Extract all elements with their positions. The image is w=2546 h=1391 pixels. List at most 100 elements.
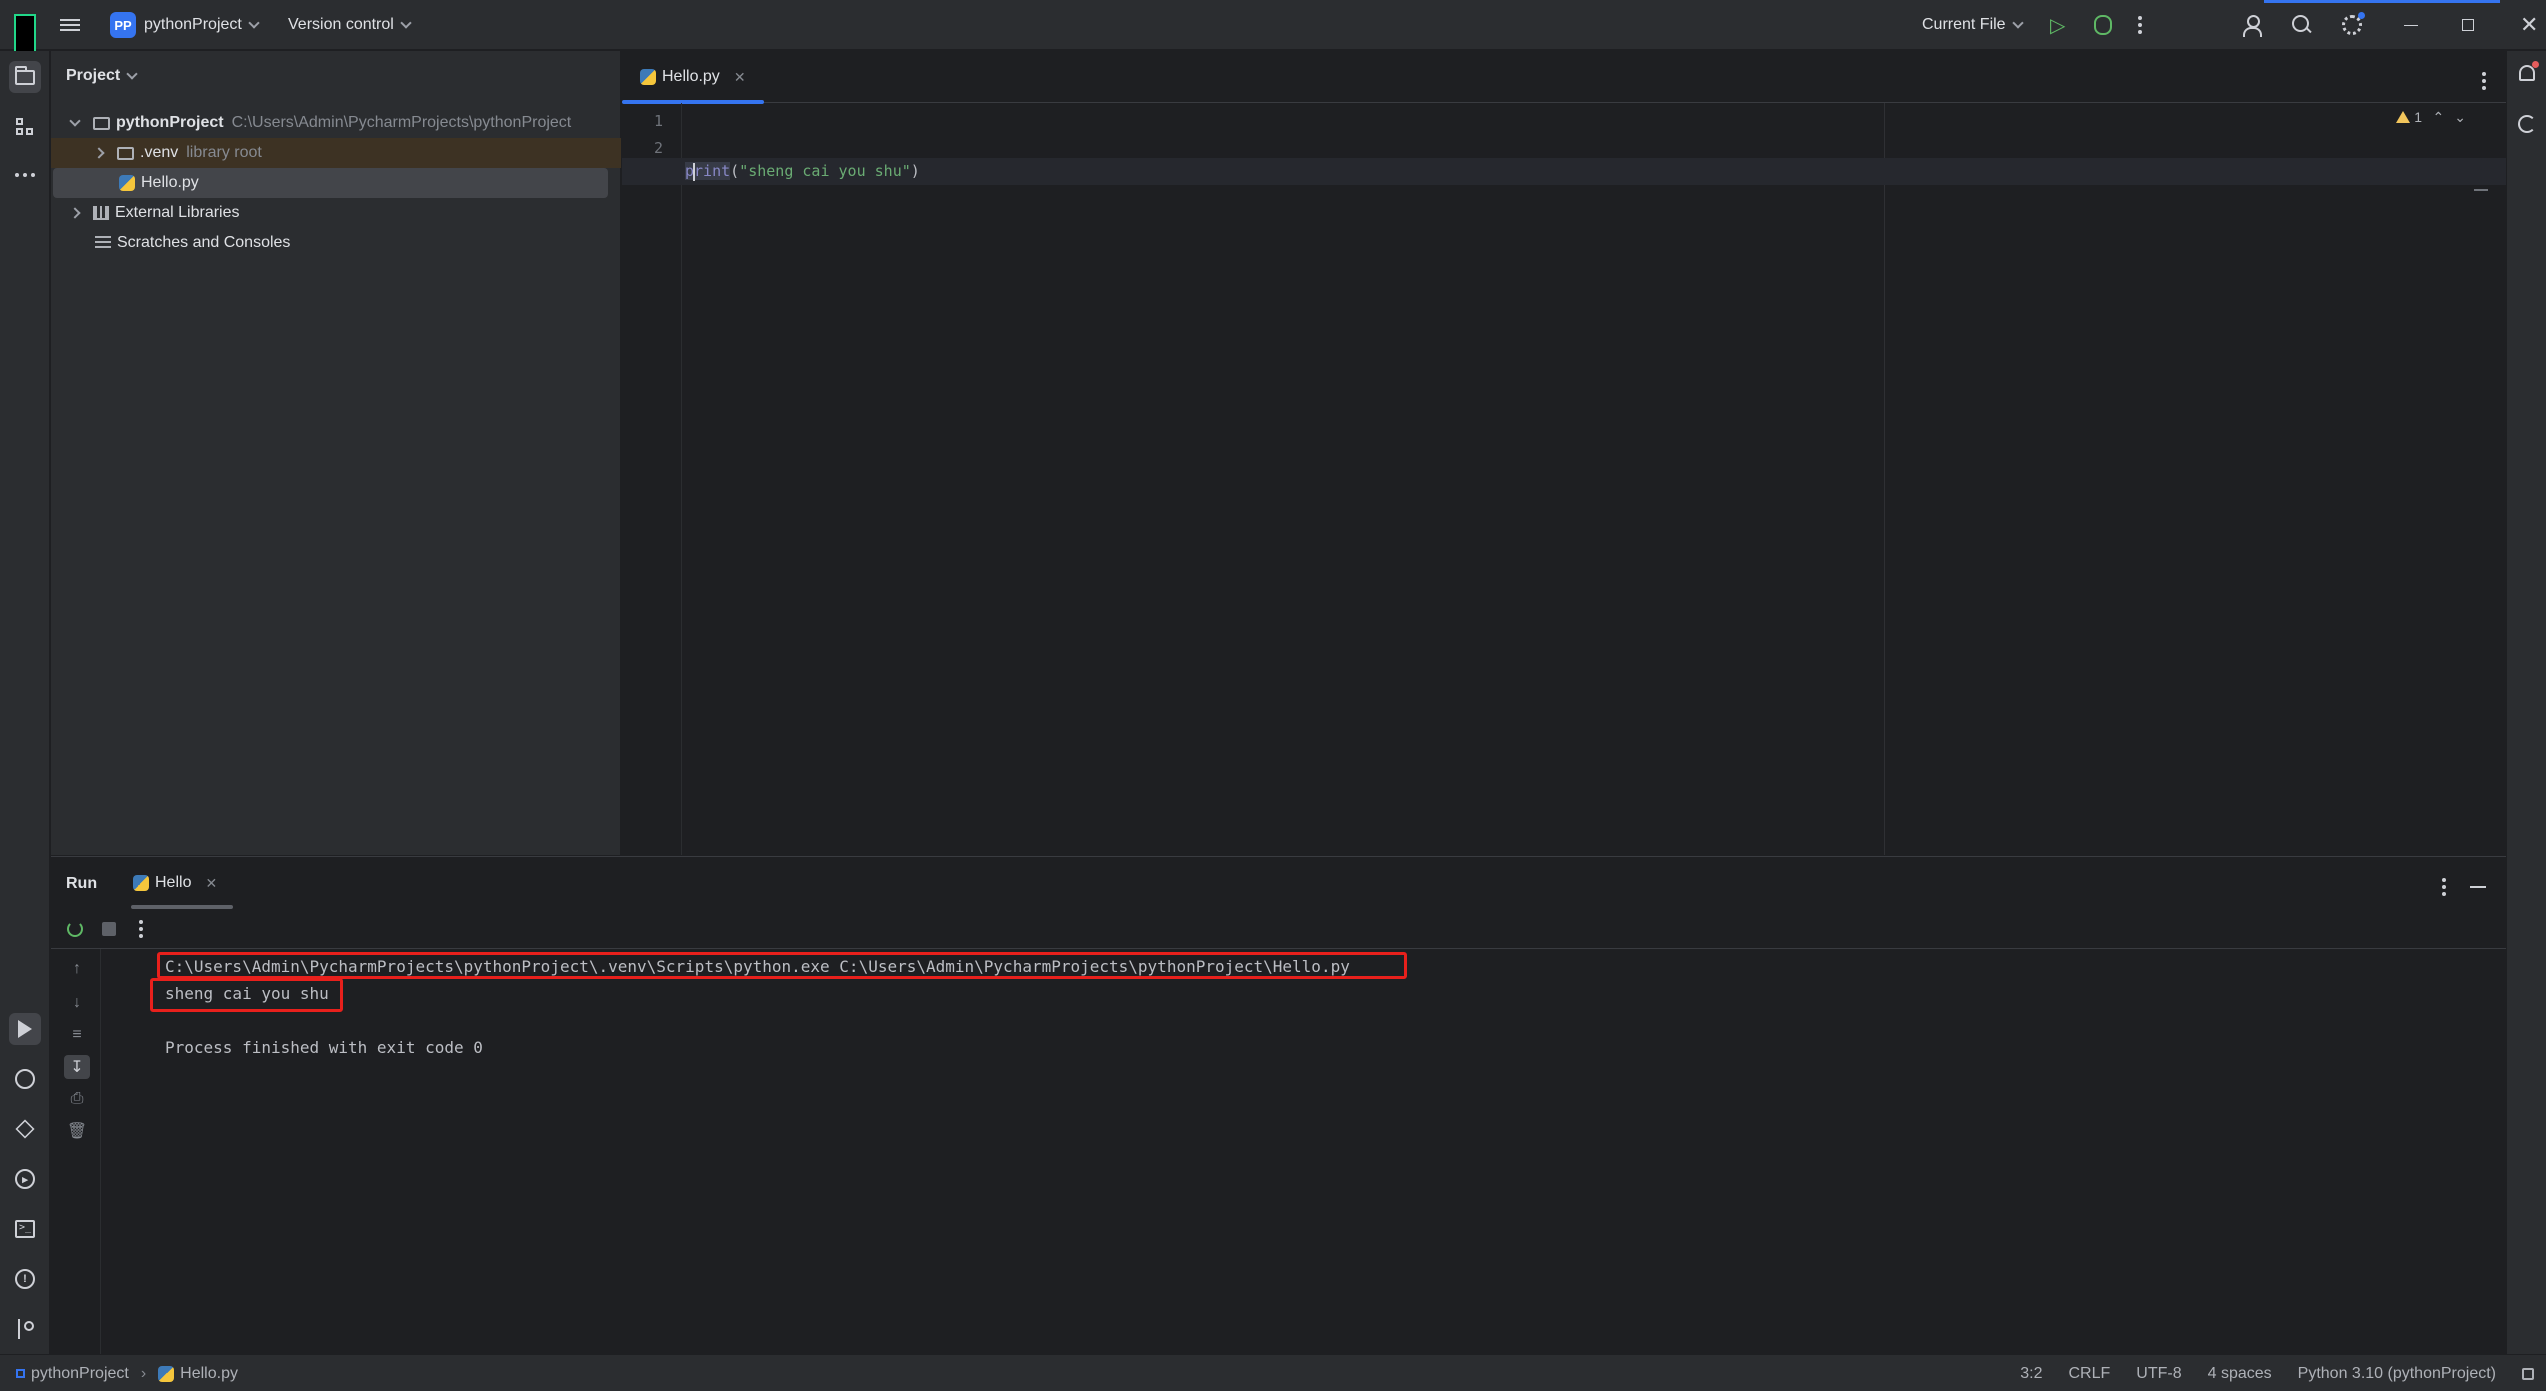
run-button[interactable]: ▷	[2050, 0, 2065, 50]
add-user-icon	[2242, 15, 2262, 37]
breadcrumb-project[interactable]: pythonProject	[31, 1365, 129, 1383]
rerun-button[interactable]	[65, 919, 85, 939]
collapse-arrow-icon[interactable]	[93, 147, 105, 159]
python-console-button[interactable]	[9, 1063, 41, 1095]
editor-tab-hello-py[interactable]: Hello.py ✕	[622, 51, 764, 104]
project-tool-button[interactable]	[9, 61, 41, 93]
notifications-bell-icon[interactable]	[2519, 61, 2539, 81]
services-button[interactable]: ▸	[9, 1163, 41, 1195]
scroll-up-icon[interactable]: ↑	[67, 959, 87, 979]
tree-item-label: External Libraries	[115, 204, 240, 221]
restore-window-button[interactable]	[2462, 0, 2474, 50]
search-icon	[2292, 15, 2312, 35]
file-encoding[interactable]: UTF-8	[2136, 1365, 2181, 1383]
run-tab-hello[interactable]: Hello ✕	[131, 857, 233, 909]
main-menu-button[interactable]	[60, 0, 86, 50]
caret-position[interactable]: 3:2	[2020, 1365, 2042, 1383]
line-number: 1	[653, 112, 663, 130]
clear-all-icon[interactable]: 🗑	[67, 1121, 87, 1141]
minimize-window-button[interactable]	[2404, 0, 2418, 50]
more-tools-button[interactable]	[9, 157, 41, 189]
warning-count: 1	[2414, 109, 2422, 125]
title-bar: PP pythonProject Version control Current…	[0, 0, 2546, 64]
chevron-right-icon: ›	[140, 1364, 147, 1382]
more-actions-button[interactable]	[2138, 0, 2142, 50]
run-configuration-select[interactable]: Current File	[1922, 0, 2024, 50]
structure-tool-button[interactable]	[9, 111, 41, 143]
code-line[interactable]: print("sheng cai you shu")	[685, 158, 920, 185]
close-window-button[interactable]: ✕	[2520, 0, 2538, 50]
ai-assistant-icon[interactable]	[2518, 115, 2536, 133]
run-tool-button[interactable]	[9, 1013, 41, 1045]
version-control-menu[interactable]: Version control	[288, 0, 412, 50]
tree-item-label: .venv	[140, 144, 179, 161]
minimize-icon	[2404, 24, 2418, 26]
more-vertical-icon[interactable]	[2442, 875, 2446, 899]
chevron-down-icon	[400, 17, 412, 29]
inspection-warnings[interactable]: 1	[2396, 109, 2422, 125]
terminal-button[interactable]: >_	[9, 1213, 41, 1245]
code-function: print	[685, 162, 731, 181]
project-panel-header[interactable]: Project	[66, 67, 138, 85]
project-panel: Project pythonProject C:\Users\Admin\Pyc…	[51, 51, 621, 855]
tree-item-venv[interactable]: .venv library root	[51, 138, 621, 168]
navigation-breadcrumb: pythonProject › Hello.py	[16, 1355, 238, 1391]
highlight-box-output	[150, 978, 343, 1012]
scroll-to-end-icon[interactable]: ↧	[64, 1055, 90, 1079]
chevron-down-icon	[126, 68, 138, 80]
line-number: 2	[653, 139, 663, 157]
version-control-button[interactable]	[9, 1313, 41, 1345]
close-tab-icon[interactable]: ✕	[734, 69, 746, 86]
code-with-me-button[interactable]	[2242, 0, 2262, 50]
print-icon[interactable]: ⎙	[67, 1089, 87, 1109]
soft-wrap-icon[interactable]: ≡	[67, 1025, 87, 1045]
read-only-lock-icon[interactable]	[2522, 1367, 2534, 1380]
tree-item-external-libraries[interactable]: External Libraries	[51, 198, 621, 228]
bug-icon	[2094, 15, 2112, 35]
run-toolbar	[51, 909, 2506, 949]
tree-item-label: Hello.py	[141, 174, 199, 191]
project-switcher[interactable]: PP pythonProject	[110, 0, 260, 50]
python-file-icon	[158, 1365, 175, 1382]
debug-button[interactable]	[2094, 0, 2112, 50]
python-packages-button[interactable]	[9, 1113, 41, 1145]
git-branch-icon	[16, 1319, 34, 1339]
run-more-button[interactable]	[131, 919, 151, 939]
tree-item-project-root[interactable]: pythonProject C:\Users\Admin\PycharmProj…	[51, 108, 621, 138]
collapse-arrow-icon[interactable]	[69, 207, 81, 219]
scratches-icon	[95, 236, 111, 250]
gear-icon	[2342, 12, 2365, 35]
editor-tab-bar: Hello.py ✕	[622, 51, 2506, 104]
play-icon: ▷	[2050, 14, 2066, 37]
console-output[interactable]: C:\Users\Admin\PycharmProjects\pythonPro…	[113, 949, 2493, 1349]
editor-tabs-more-icon[interactable]	[2482, 69, 2486, 93]
run-icon	[18, 1020, 32, 1038]
tree-item-scratches[interactable]: Scratches and Consoles	[51, 228, 621, 258]
breadcrumb-file[interactable]: Hello.py	[180, 1365, 238, 1383]
close-tab-icon[interactable]: ✕	[205, 875, 217, 892]
indent-setting[interactable]: 4 spaces	[2208, 1365, 2272, 1383]
stop-button[interactable]	[99, 919, 119, 939]
tree-item-label: pythonProject	[116, 114, 224, 131]
run-configuration-label: Current File	[1922, 16, 2006, 33]
tree-item-hello-py[interactable]: Hello.py	[53, 168, 608, 198]
version-control-label: Version control	[288, 16, 394, 33]
line-number-gutter: 1 2 3	[622, 103, 682, 855]
hamburger-icon	[60, 16, 80, 34]
python-interpreter[interactable]: Python 3.10 (pythonProject)	[2298, 1365, 2496, 1383]
run-tool-window: Run Hello ✕ ↑ ↓ ≡ ↧ ⎙ 🗑 C:\Users\Admin\P…	[51, 856, 2506, 1355]
tree-item-note: library root	[186, 144, 262, 161]
run-tab-label: Hello	[155, 874, 192, 891]
line-separator[interactable]: CRLF	[2069, 1365, 2111, 1383]
project-name: pythonProject	[144, 16, 242, 33]
settings-button[interactable]	[2342, 0, 2365, 50]
status-widgets: 3:2 CRLF UTF-8 4 spaces Python 3.10 (pyt…	[2020, 1355, 2534, 1391]
problems-button[interactable]: !	[9, 1263, 41, 1295]
expand-arrow-icon[interactable]	[69, 115, 81, 127]
scroll-down-icon[interactable]: ↓	[67, 993, 87, 1013]
folder-icon	[15, 65, 35, 85]
warning-navigation[interactable]: ⌃⌄	[2433, 109, 2476, 126]
structure-icon	[16, 118, 34, 136]
hide-panel-icon[interactable]	[2470, 886, 2486, 888]
search-everywhere-button[interactable]	[2292, 0, 2312, 50]
